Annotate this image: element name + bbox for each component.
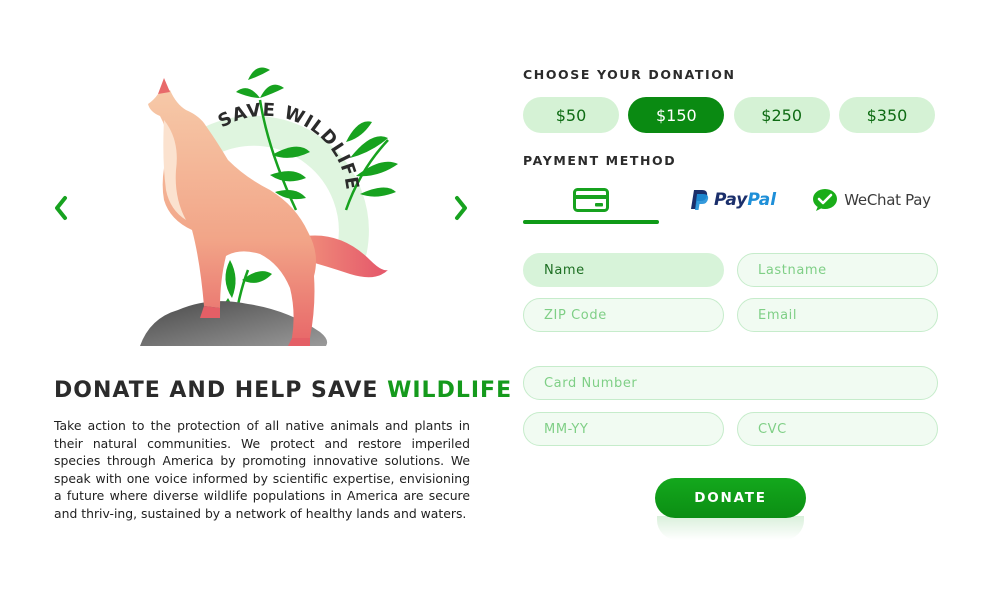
tab-card[interactable] (523, 178, 659, 224)
wechat-pay-label: WeChat Pay (844, 191, 931, 209)
carousel-next-button[interactable] (446, 190, 476, 226)
credit-card-icon (573, 188, 609, 212)
name-field[interactable]: Name (523, 253, 724, 287)
save-wildlife-illustration: SAVE WILDLIFE (120, 60, 440, 360)
expiry-field[interactable]: MM-YY (523, 412, 724, 446)
paypal-logo-icon (690, 190, 709, 210)
description-text: Take action to the protection of all nat… (54, 418, 470, 521)
page-title-main: DONATE AND HELP SAVE (54, 378, 379, 403)
donation-label: CHOOSE YOUR DONATION (523, 67, 736, 82)
donation-amounts: $50 $150 $250 $350 (523, 97, 935, 133)
tab-paypal[interactable]: PayPal (673, 178, 793, 222)
payment-method-tabs: PayPal WeChat Pay (523, 178, 935, 226)
payment-method-label: PAYMENT METHOD (523, 153, 677, 168)
email-field[interactable]: Email (737, 298, 938, 332)
page-title-accent: WILDLIFE (387, 378, 513, 403)
amount-250-button[interactable]: $250 (733, 97, 830, 133)
amount-50-button[interactable]: $50 (523, 97, 619, 133)
paypal-label: PayPal (713, 190, 777, 210)
page-title: DONATE AND HELP SAVE WILDLIFE (54, 378, 512, 403)
chevron-left-icon (55, 196, 67, 220)
amount-150-button[interactable]: $150 (628, 97, 725, 133)
donate-button-reflection (657, 516, 804, 540)
lastname-field[interactable]: Lastname (737, 253, 938, 287)
zip-code-field[interactable]: ZIP Code (523, 298, 724, 332)
chevron-right-icon (455, 196, 467, 220)
wechat-logo-icon (813, 189, 838, 211)
card-number-field[interactable]: Card Number (523, 366, 938, 400)
amount-350-button[interactable]: $350 (838, 97, 935, 133)
donate-button[interactable]: DONATE (655, 478, 806, 518)
cvc-field[interactable]: CVC (737, 412, 938, 446)
carousel-prev-button[interactable] (46, 190, 76, 226)
tab-wechat-pay[interactable]: WeChat Pay (808, 178, 935, 222)
